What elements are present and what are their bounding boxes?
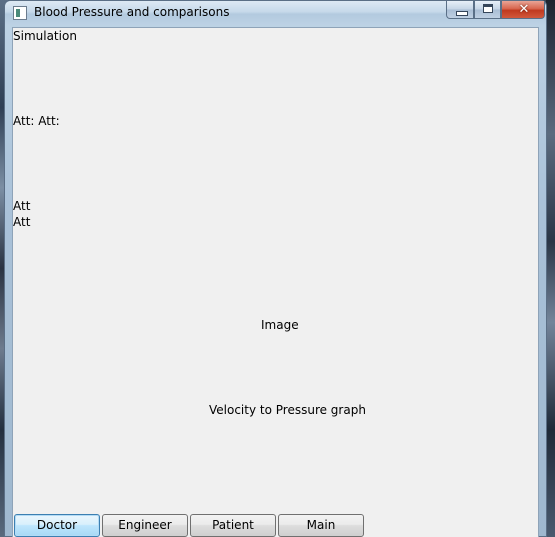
app-icon[interactable] xyxy=(13,6,27,20)
doctor-button[interactable]: Doctor xyxy=(14,514,100,537)
att-label-1: Att xyxy=(13,199,31,213)
maximize-button[interactable] xyxy=(474,1,501,19)
att-label-2: Att xyxy=(13,215,31,229)
minimize-button[interactable] xyxy=(446,1,474,19)
client-area: Simulation Att: Att: Att Att Image Veloc… xyxy=(12,27,539,537)
engineer-button[interactable]: Engineer xyxy=(102,514,188,537)
simulation-label: Simulation xyxy=(13,29,77,43)
close-button[interactable]: ✕ xyxy=(501,1,545,19)
att-row-label: Att: Att: xyxy=(13,114,60,128)
desktop-background-right xyxy=(546,0,555,537)
main-button[interactable]: Main xyxy=(278,514,364,537)
velocity-pressure-graph-label: Velocity to Pressure graph xyxy=(209,403,366,417)
window-title: Blood Pressure and comparisons xyxy=(34,5,230,19)
patient-button[interactable]: Patient xyxy=(190,514,276,537)
app-window: Blood Pressure and comparisons ✕ Simulat… xyxy=(4,0,547,537)
maximize-icon xyxy=(483,4,493,13)
minimize-icon xyxy=(456,11,468,16)
close-icon: ✕ xyxy=(518,2,530,17)
title-bar[interactable]: Blood Pressure and comparisons ✕ xyxy=(5,1,546,25)
image-label: Image xyxy=(261,318,299,332)
